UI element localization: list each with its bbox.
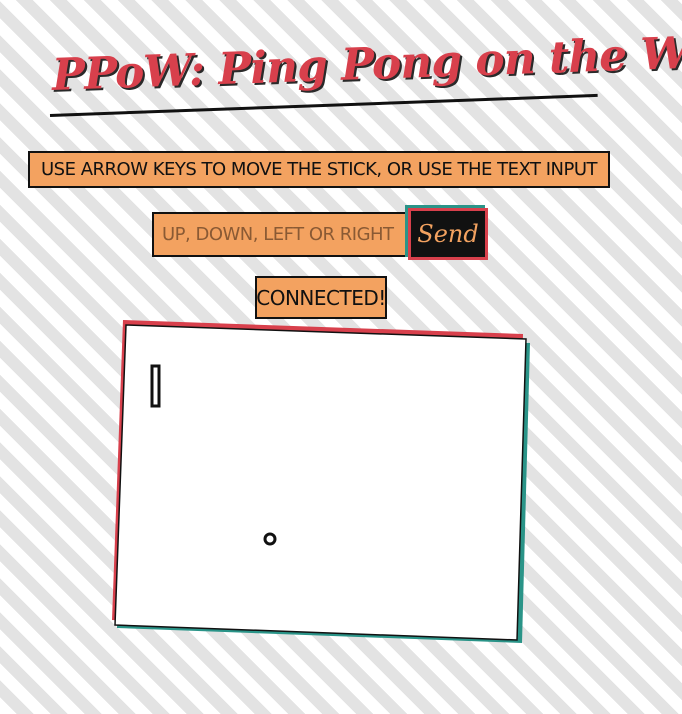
- page-header: PPoW: Ping Pong on the Web: [49, 26, 682, 134]
- paddle-icon: [150, 364, 161, 408]
- status-text: Connected!: [256, 285, 386, 310]
- game-board[interactable]: [112, 320, 532, 645]
- connection-status: Connected!: [255, 276, 387, 319]
- direction-input[interactable]: [152, 212, 408, 257]
- instructions-banner: Use arrow keys to move the stick, or use…: [28, 151, 610, 188]
- game-canvas[interactable]: [112, 320, 532, 645]
- send-button[interactable]: Send: [408, 208, 488, 260]
- board-surface: [114, 324, 527, 641]
- instructions-text: Use arrow keys to move the stick, or use…: [41, 159, 598, 180]
- ball-icon: [263, 532, 277, 546]
- page-title: PPoW: Ping Pong on the Web: [51, 25, 682, 101]
